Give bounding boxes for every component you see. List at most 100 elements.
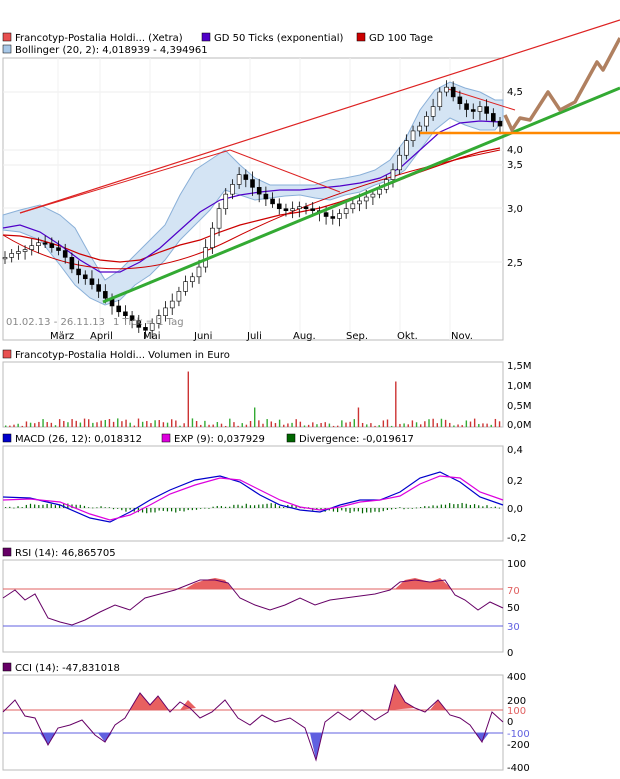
divergence-bar [486, 505, 488, 508]
volume-bar [498, 421, 501, 427]
legend-swatch-exp [161, 433, 171, 443]
divergence-bar [254, 505, 256, 508]
candle-body [116, 305, 122, 313]
cci-tick-2: 100 [507, 706, 526, 717]
divergence-bar [21, 507, 23, 508]
divergence-bar [262, 504, 264, 508]
candle-body [417, 125, 423, 132]
divergence-bar [191, 508, 193, 511]
legend-rsi: RSI (14): 46,865705 [15, 548, 116, 559]
volume-bar [183, 423, 185, 427]
divergence-bar [112, 508, 115, 510]
divergence-bar [175, 508, 177, 513]
macd-tick-3: -0,2 [507, 533, 527, 544]
volume-bar [34, 423, 36, 427]
divergence-bar [96, 507, 98, 509]
volume-bar [449, 422, 451, 427]
volume-bar [216, 422, 219, 427]
candle-body [49, 243, 55, 248]
volume-bar [83, 418, 86, 427]
volume-bar [75, 420, 77, 427]
candle-body [96, 284, 101, 292]
volume-bar [58, 419, 61, 427]
divergence-bar [337, 508, 339, 513]
candle-body [169, 300, 175, 309]
divergence-bar [125, 508, 127, 512]
volume-bar [254, 407, 256, 427]
volume-bar [121, 421, 123, 427]
volume-tick-1: 1,0M [507, 381, 532, 392]
legend-swatch-macd [2, 433, 12, 443]
month-label-1: April [90, 331, 113, 342]
volume-bar [324, 422, 326, 427]
divergence-bar [17, 506, 19, 508]
divergence-bar [357, 508, 359, 512]
divergence-bar [179, 508, 181, 511]
divergence-bar [150, 508, 152, 513]
candle-body [310, 208, 316, 211]
volume-bar [428, 419, 430, 427]
divergence-bar [146, 508, 148, 514]
volume-bar [341, 420, 343, 427]
divergence-bar [83, 505, 86, 508]
volume-bar [432, 418, 434, 427]
volume-bar [137, 418, 140, 427]
divergence-bar [395, 508, 397, 509]
volume-bar [486, 423, 488, 427]
legend-gd100: GD 100 Tage [369, 33, 433, 44]
divergence-bar [465, 503, 467, 508]
candle-body [69, 257, 75, 270]
divergence-bar [399, 507, 401, 508]
divergence-bar [241, 505, 243, 508]
rsi-plot-frame [2, 559, 504, 653]
candle-body [210, 227, 215, 248]
volume-bar [25, 421, 28, 427]
volume-bar [67, 422, 69, 427]
divergence-bar [171, 508, 173, 512]
divergence-bar [482, 506, 484, 508]
volume-bar [38, 421, 40, 427]
volume-bar [224, 425, 227, 427]
volume-bar [390, 425, 393, 427]
divergence-bar [494, 506, 496, 508]
divergence-bar [278, 506, 281, 508]
volume-bar [245, 424, 248, 427]
volume-bar [407, 424, 409, 427]
divergence-bar [34, 504, 36, 508]
volume-bar [63, 420, 65, 427]
candle-body [176, 291, 182, 302]
legend-price: Francotyp-Postalia Holdi... (Xetra) [15, 33, 183, 44]
price-tick-4: 2,5 [507, 258, 523, 269]
volume-bar [200, 424, 202, 427]
divergence-bar [353, 508, 355, 512]
divergence-bar [266, 503, 268, 508]
candle-body [444, 86, 449, 93]
month-label-5: Aug. [293, 331, 316, 342]
candle-body [270, 198, 275, 205]
candle-body [42, 242, 48, 245]
volume-bar [9, 425, 11, 427]
volume-tick-2: 0,5M [507, 401, 532, 412]
volume-bar [303, 425, 306, 427]
volume-bar [5, 425, 7, 427]
divergence-bar [158, 508, 160, 511]
divergence-bar [349, 508, 351, 514]
volume-bar [129, 422, 131, 427]
volume-bar [415, 422, 418, 427]
candle-body [196, 266, 202, 278]
legend-swatch-cci [2, 662, 12, 672]
volume-bar [21, 425, 23, 427]
divergence-bar [461, 502, 463, 508]
volume-bar [54, 425, 57, 427]
candle-body [477, 106, 483, 112]
volume-bar [312, 422, 314, 427]
volume-bar [141, 421, 144, 427]
macd-y-axis: 0,4 0,2 0,0 -0,2 [507, 445, 527, 544]
candle-body [250, 179, 255, 188]
volume-bar [112, 421, 115, 427]
candle-body [256, 187, 262, 195]
legend-swatch-price [2, 32, 12, 42]
volume-bar [469, 421, 472, 427]
candle-body [76, 268, 81, 276]
volume-bar [262, 423, 264, 427]
